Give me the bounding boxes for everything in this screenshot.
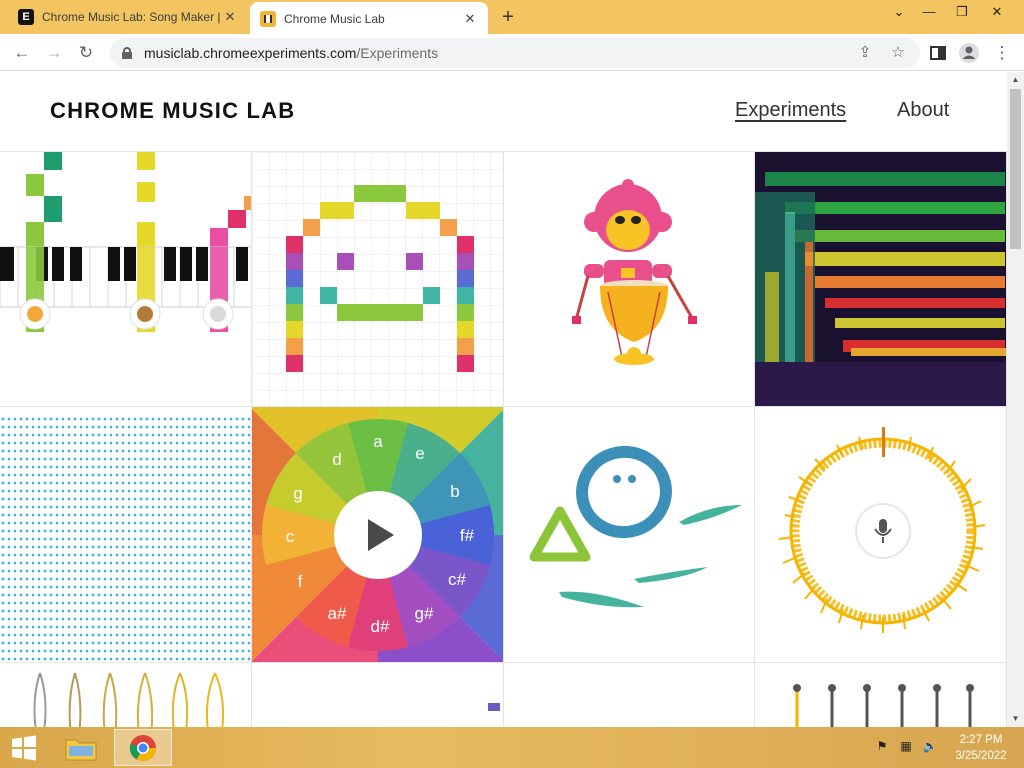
wheel-note-label: g# (415, 604, 434, 623)
experiment-card-chords[interactable]: a e b f# c# g# d# a# f c g d (252, 407, 504, 663)
tab-chrome-music-lab[interactable]: Chrome Music Lab ✕ (250, 2, 488, 36)
scroll-up-arrow-icon[interactable]: ▲ (1007, 72, 1024, 88)
kandinsky-illustration (529, 445, 742, 608)
close-icon[interactable]: ✕ (222, 9, 238, 25)
windows-start-button[interactable] (8, 733, 40, 763)
wheel-note-label: b (450, 482, 459, 501)
close-icon[interactable]: ✕ (462, 11, 478, 27)
harmonics-illustration (793, 684, 974, 727)
scroll-down-arrow-icon[interactable]: ▼ (1007, 711, 1024, 727)
new-tab-button[interactable]: + (497, 6, 519, 28)
tab-song-maker[interactable]: E Chrome Music Lab: Song Maker | ✕ (8, 0, 248, 34)
wheel-note-label: d (332, 450, 341, 469)
tab-strip: E Chrome Music Lab: Song Maker | ✕ Chrom… (0, 0, 1024, 36)
side-panel-icon[interactable] (925, 40, 951, 66)
bookmark-star-icon[interactable]: ☆ (887, 42, 909, 64)
song-maker-illustration (0, 152, 251, 332)
page-scrollbar[interactable]: ▲ ▼ (1007, 72, 1024, 727)
windows-taskbar: ⚑ ▦ 🔈 2:27 PM 3/25/2022 (0, 727, 1024, 768)
chrome-icon (129, 734, 157, 761)
browser-toolbar: ← → ↻ musiclab.chromeexperiments.com /Ex… (0, 34, 1024, 71)
clock-date: 3/25/2022 (955, 750, 1007, 762)
wheel-note-label: f (298, 572, 303, 591)
e-favicon-icon: E (18, 9, 34, 25)
wheel-note-label: f# (460, 526, 475, 545)
experiment-card-oscillators[interactable] (0, 407, 252, 663)
nav-experiments[interactable]: Experiments (735, 99, 846, 122)
dot-grid-illustration (0, 415, 251, 662)
forward-arrow-icon[interactable]: → (41, 40, 67, 66)
pixel-robot-illustration (252, 152, 503, 406)
nav-about[interactable]: About (897, 99, 949, 122)
chevron-down-icon[interactable]: ⌄ (882, 0, 916, 24)
melody-maker-illustration (488, 703, 500, 711)
experiment-card-song-maker[interactable] (0, 152, 252, 407)
url-path: /Experiments (356, 45, 439, 61)
action-center-flag-icon[interactable]: ⚑ (873, 739, 891, 755)
site-logo[interactable]: CHROME MUSIC LAB (50, 98, 295, 124)
experiment-card-arpeggios[interactable] (504, 663, 755, 727)
profile-avatar-icon[interactable] (956, 40, 982, 66)
wheel-note-label: a (373, 432, 383, 451)
monkey-drummer-illustration (572, 179, 697, 365)
spectrogram-illustration (755, 152, 1006, 406)
wheel-note-label: d# (371, 617, 390, 636)
network-icon[interactable]: ▦ (897, 739, 915, 755)
music-lab-favicon-icon (260, 11, 276, 27)
voice-spinner-illustration (778, 427, 986, 633)
reload-icon[interactable]: ↻ (73, 40, 99, 66)
menu-kebab-icon[interactable]: ⋮ (989, 40, 1015, 66)
minimize-button[interactable]: — (912, 0, 946, 24)
experiment-card-kandinsky[interactable] (504, 407, 755, 663)
wheel-note-label: c# (448, 570, 467, 589)
back-arrow-icon[interactable]: ← (9, 40, 35, 66)
tab-title: Chrome Music Lab: Song Maker | (42, 10, 221, 24)
experiment-card-spectrogram[interactable] (755, 152, 1007, 407)
strings-illustration (33, 672, 224, 727)
experiment-card-rhythm-monkey[interactable] (504, 152, 755, 407)
taskbar-file-explorer[interactable] (52, 729, 110, 766)
window-close-button[interactable]: ✕ (980, 0, 1014, 24)
tab-title: Chrome Music Lab (284, 12, 385, 26)
experiment-card-melody-maker[interactable] (252, 663, 504, 727)
wheel-note-label: g (293, 484, 302, 503)
site-header: CHROME MUSIC LAB Experiments About (0, 72, 1007, 152)
restore-button[interactable]: ❐ (945, 0, 979, 24)
folder-icon (65, 739, 97, 760)
wheel-note-label: c (286, 527, 295, 546)
address-bar[interactable]: musiclab.chromeexperiments.com /Experime… (110, 38, 920, 68)
scroll-thumb[interactable] (1010, 89, 1021, 249)
speaker-muted-icon[interactable]: 🔈 (921, 739, 939, 755)
experiment-card-voice-spinner[interactable] (755, 407, 1007, 663)
share-icon[interactable]: ⇪ (854, 42, 876, 64)
wheel-note-label: e (415, 444, 424, 463)
windows-logo-icon (12, 735, 36, 761)
clock-time: 2:27 PM (959, 734, 1003, 746)
taskbar-clock[interactable]: 2:27 PM 3/25/2022 (946, 732, 1016, 764)
url-host: musiclab.chromeexperiments.com (144, 45, 357, 61)
taskbar-chrome[interactable] (114, 729, 172, 766)
chords-wheel-illustration: a e b f# c# g# d# a# f c g d (252, 407, 503, 662)
experiment-card-strings[interactable] (0, 663, 252, 727)
experiment-card-rhythm[interactable] (252, 152, 504, 407)
lock-icon (122, 47, 132, 59)
experiment-card-harmonics[interactable] (755, 663, 1007, 727)
arpeggios-illustration (504, 663, 755, 727)
web-page: CHROME MUSIC LAB Experiments About a e b… (0, 72, 1007, 727)
wheel-note-label: a# (328, 604, 347, 623)
